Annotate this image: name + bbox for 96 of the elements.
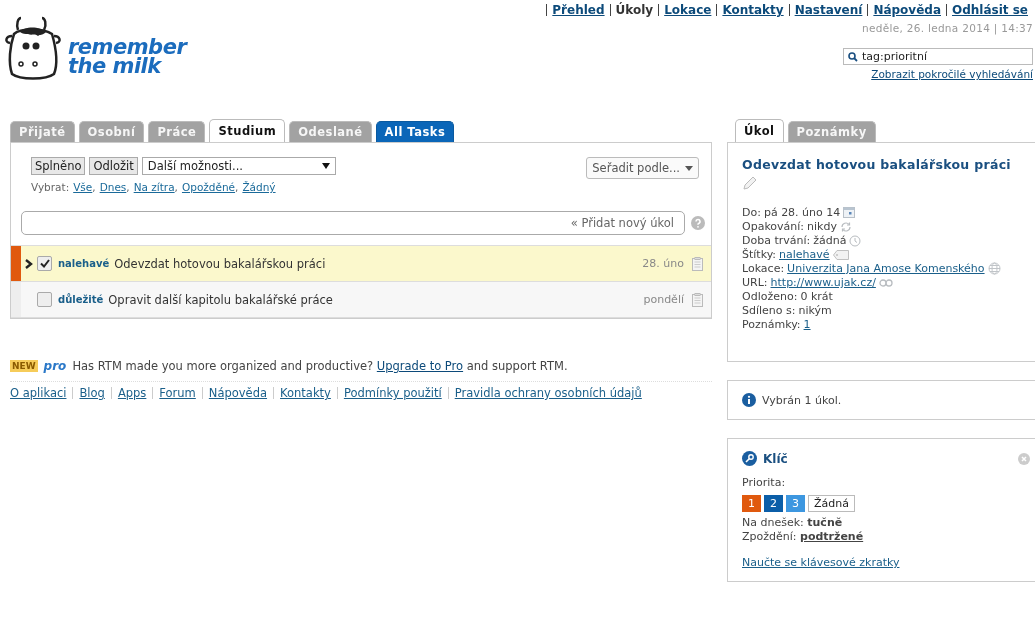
logo-text: remember the milk <box>68 38 187 80</box>
caret-icon <box>321 163 330 169</box>
due-date: pondělí <box>643 293 684 306</box>
select-link[interactable]: Na zítra <box>133 181 175 193</box>
date-time: neděle, 26. ledna 2014 | 14:37 <box>862 22 1033 34</box>
field-value: nikým <box>798 304 832 317</box>
priority-chip: Žádná <box>808 495 855 512</box>
caret-icon <box>685 165 693 171</box>
list-tab[interactable]: Studium <box>209 119 286 142</box>
field-label: Štítky: <box>742 248 777 261</box>
promo-text: Has RTM made you more organized and productive? Upgrade to Pro and support RTM. <box>72 359 568 373</box>
help-icon[interactable] <box>691 216 705 230</box>
search-icon <box>848 51 858 62</box>
footer-link[interactable]: Forum <box>152 387 202 399</box>
field-value: žádná <box>813 234 847 247</box>
new-badge: NEW <box>10 360 38 372</box>
calendar-icon[interactable] <box>843 207 856 218</box>
clock-icon[interactable] <box>849 234 862 247</box>
footer-link[interactable]: Blog <box>72 387 111 399</box>
pencil-icon[interactable] <box>742 175 758 191</box>
field-value: 0 krát <box>800 290 833 303</box>
footer-link[interactable]: Nápověda <box>201 387 274 399</box>
footer-link[interactable]: Podmínky použití <box>336 387 448 399</box>
selection-info: Vybrán 1 úkol. <box>762 393 842 407</box>
globe-icon[interactable] <box>987 262 1001 275</box>
footer-link[interactable]: O aplikaci <box>10 387 73 399</box>
repeat-icon[interactable] <box>839 220 852 233</box>
note-icon[interactable] <box>692 292 703 307</box>
nav-item[interactable]: Úkoly <box>609 4 659 16</box>
field-label: Sdíleno s: <box>742 304 796 317</box>
advanced-search-link[interactable]: Zobrazit pokročilé vyhledávání <box>871 68 1033 80</box>
tag-icon[interactable] <box>832 249 849 260</box>
upgrade-link[interactable]: Upgrade to Pro <box>376 359 464 373</box>
field-label: Poznámky: <box>742 318 801 331</box>
comma: , <box>235 181 239 193</box>
field-label: URL: <box>742 276 768 289</box>
add-task-field[interactable]: « Přidat nový úkol <box>21 211 685 235</box>
nav-link[interactable]: Nastavení <box>788 4 868 16</box>
field-label: Lokace: <box>742 262 785 275</box>
comma: , <box>92 181 96 193</box>
field-link[interactable]: nalehavé <box>779 248 830 261</box>
info-icon <box>742 393 756 407</box>
detail-tab[interactable]: Úkol <box>735 119 784 142</box>
footer-link[interactable]: Kontakty <box>273 387 337 399</box>
nav-link[interactable]: Kontakty <box>716 4 789 16</box>
task-title[interactable]: Opravit další kapitolu bakalářské práce <box>108 292 644 307</box>
field-value: nikdy <box>807 220 837 233</box>
nav-link[interactable]: Nápověda <box>867 4 946 16</box>
nav-link[interactable]: Odhlásit se <box>946 4 1033 16</box>
task-tag[interactable]: důležité <box>58 294 104 305</box>
select-label: Vybrat: <box>31 181 70 193</box>
comma: , <box>174 181 178 193</box>
field-label: Doba trvání: <box>742 234 811 247</box>
footer-link[interactable]: Apps <box>110 387 153 399</box>
field-value: pá 28. úno 14 <box>763 206 841 219</box>
link-icon[interactable] <box>878 278 893 287</box>
select-link[interactable]: Žádný <box>242 181 276 193</box>
priority-chip: 2 <box>764 495 783 512</box>
search-field[interactable]: tag:prioritní <box>843 48 1033 65</box>
field-label: Opakování: <box>742 220 805 233</box>
note-icon[interactable] <box>692 256 703 271</box>
priority-chip: 3 <box>786 495 805 512</box>
select-link[interactable]: Opožděné <box>181 181 236 193</box>
cow-logo-icon <box>4 16 64 82</box>
field-link[interactable]: http://www.ujak.cz/ <box>770 276 876 289</box>
task-title[interactable]: Odevzdat hotovou bakalářskou práci <box>114 256 643 271</box>
task-checkbox[interactable] <box>37 292 52 307</box>
footer-link[interactable]: Pravidla ochrany osobních údajů <box>447 387 648 399</box>
sort-dropdown[interactable]: Seřadit podle... <box>586 157 699 179</box>
action-button[interactable]: Odložit <box>89 157 138 175</box>
nav-link[interactable]: Přehled <box>546 4 610 16</box>
action-button[interactable]: Splněno <box>31 157 86 175</box>
shortcuts-link[interactable]: Naučte se klávesové zkratky <box>742 556 900 569</box>
legend-title: Klíč <box>763 451 788 466</box>
style-legend: Zpoždění: podtržené <box>742 530 1030 544</box>
pro-logo: pro <box>43 359 67 373</box>
field-link[interactable]: 1 <box>803 318 811 331</box>
field-link[interactable]: Univerzita Jana Amose Komenského <box>787 262 985 275</box>
task-tag[interactable]: nalehavé <box>58 258 110 269</box>
chevron-icon <box>25 258 33 269</box>
style-legend: Na dnešek: tučně <box>742 516 1030 530</box>
more-options-select[interactable]: Další možnosti... <box>141 157 336 175</box>
comma: , <box>126 181 130 193</box>
field-label: Do: <box>742 206 761 219</box>
key-icon <box>742 451 757 466</box>
task-checkbox[interactable] <box>37 256 52 271</box>
task-heading: Odevzdat hotovou bakalářskou práci <box>742 157 1012 172</box>
due-date: 28. úno <box>642 257 684 270</box>
task-row[interactable]: důležité Opravit další kapitolu bakalářské práce pondělí <box>11 282 711 318</box>
field-label: Odloženo: <box>742 290 798 303</box>
priority-chip: 1 <box>742 495 761 512</box>
task-row[interactable]: nalehavé Odevzdat hotovou bakalářskou práci 28. úno <box>11 246 711 282</box>
list-tab[interactable]: All Tasks <box>375 121 455 142</box>
nav-link[interactable]: Lokace <box>658 4 717 16</box>
close-icon[interactable] <box>1018 452 1030 465</box>
priority-label: Priorita: <box>742 476 787 489</box>
